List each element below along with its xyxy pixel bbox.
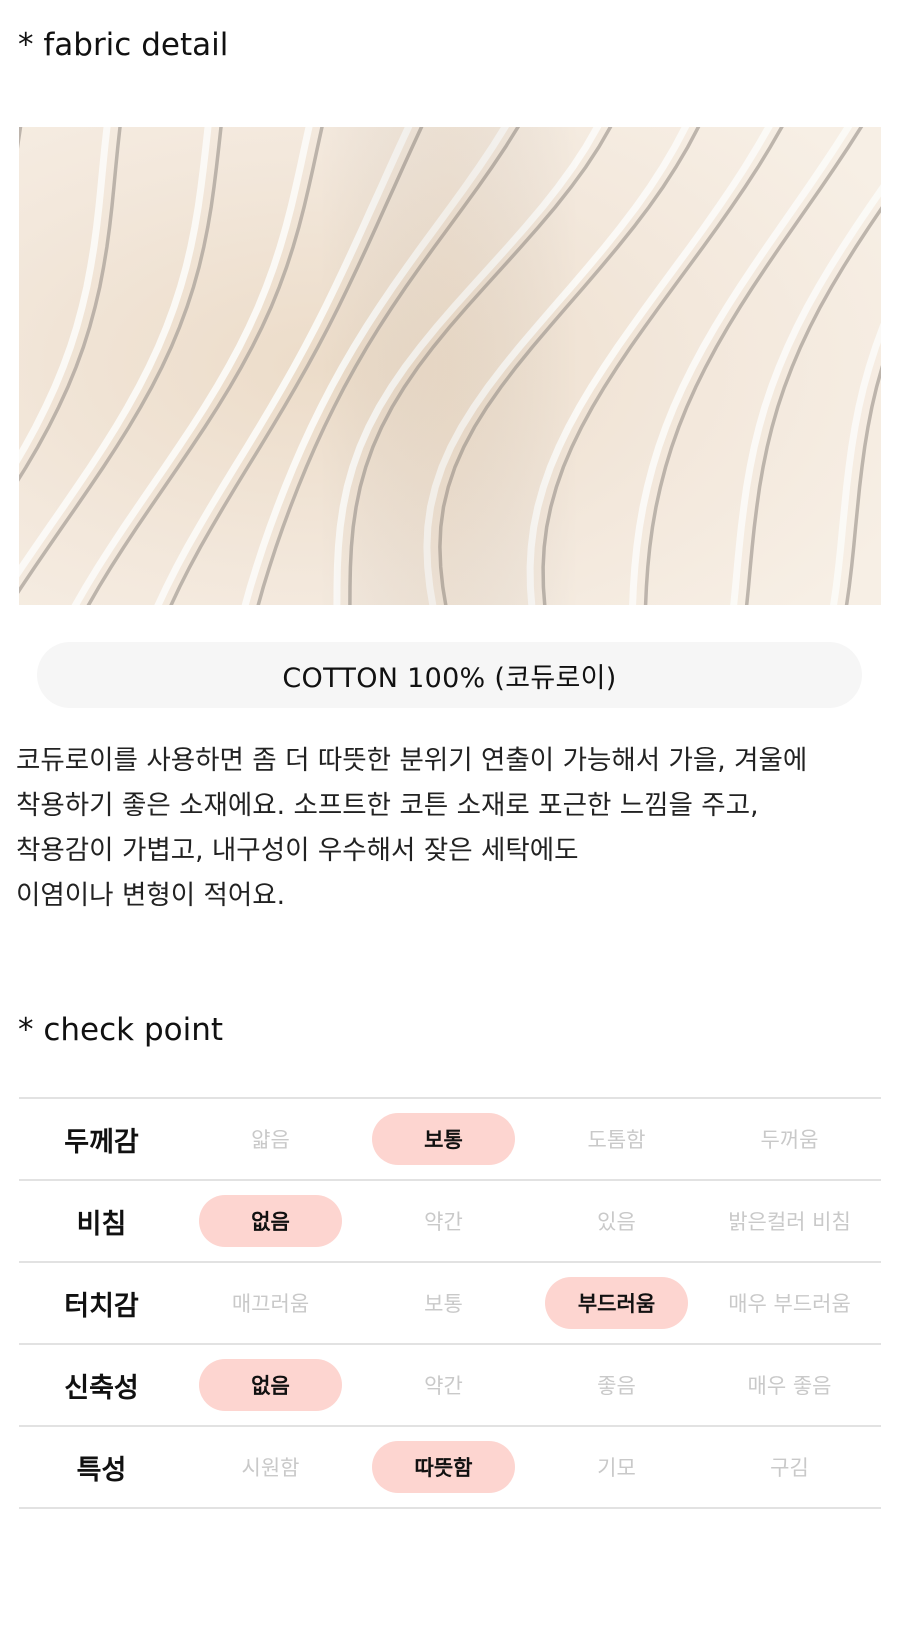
- check-option-selected: 없음: [184, 1195, 357, 1247]
- check-option-label: 얇음: [251, 1128, 290, 1152]
- check-option: 두꺼움: [703, 1113, 876, 1165]
- check-option: 매끄러움: [184, 1277, 357, 1329]
- check-option-label: 시원함: [241, 1456, 300, 1480]
- check-row-touch: 터치감 매끄러움 보통 부드러움 매우 부드러움: [19, 1263, 881, 1345]
- check-option: 약간: [357, 1195, 530, 1247]
- check-options: 얇음 보통 도톰함 두꺼움: [184, 1113, 881, 1165]
- check-row-label: 특성: [76, 1454, 127, 1486]
- check-option: 밝은컬러 비침: [703, 1195, 876, 1247]
- check-option-label: 보통: [372, 1113, 515, 1165]
- check-option-label: 없음: [199, 1195, 342, 1247]
- check-options: 매끄러움 보통 부드러움 매우 부드러움: [184, 1277, 881, 1329]
- check-option-selected: 보통: [357, 1113, 530, 1165]
- check-option-label: 약간: [424, 1374, 463, 1398]
- check-option-label: 없음: [199, 1359, 342, 1411]
- fabric-detail-title: * fabric detail: [18, 27, 229, 63]
- check-option: 좋음: [530, 1359, 703, 1411]
- check-row-label: 두께감: [64, 1126, 139, 1158]
- check-option-selected: 따뜻함: [357, 1441, 530, 1493]
- check-row-label: 터치감: [64, 1290, 139, 1322]
- check-options: 없음 약간 좋음 매우 좋음: [184, 1359, 881, 1411]
- check-point-title: * check point: [18, 1012, 224, 1048]
- check-row-label: 신축성: [64, 1372, 139, 1404]
- check-option: 약간: [357, 1359, 530, 1411]
- check-options: 없음 약간 있음 밝은컬러 비침: [184, 1195, 881, 1247]
- check-option-label: 두꺼움: [760, 1128, 819, 1152]
- check-option: 도톰함: [530, 1113, 703, 1165]
- fabric-description-line: 코듀로이를 사용하면 좀 더 따뜻한 분위기 연출이 가능해서 가을, 겨울에: [16, 745, 808, 776]
- check-row-thickness: 두께감 얇음 보통 도톰함 두꺼움: [19, 1099, 881, 1181]
- check-option: 있음: [530, 1195, 703, 1247]
- check-option: 매우 좋음: [703, 1359, 876, 1411]
- check-option: 보통: [357, 1277, 530, 1329]
- material-composition-pill: COTTON 100% (코듀로이): [37, 642, 862, 708]
- check-row-feature: 특성 시원함 따뜻함 기모 구김: [19, 1427, 881, 1509]
- check-row-sheerness: 비침 없음 약간 있음 밝은컬러 비침: [19, 1181, 881, 1263]
- check-option: 시원함: [184, 1441, 357, 1493]
- check-point-table: 두께감 얇음 보통 도톰함 두꺼움 비침 없음 약간 있음 밝은컬러 비침 터치…: [19, 1097, 881, 1509]
- check-option: 구김: [703, 1441, 876, 1493]
- check-option-label: 부드러움: [545, 1277, 688, 1329]
- fabric-description-line: 착용감이 가볍고, 내구성이 우수해서 잦은 세탁에도: [16, 835, 579, 866]
- check-option: 얇음: [184, 1113, 357, 1165]
- check-option-label: 매우 좋음: [747, 1374, 832, 1398]
- fabric-description-line: 착용하기 좋은 소재에요. 소프트한 코튼 소재로 포근한 느낌을 주고,: [16, 790, 759, 821]
- check-option-label: 도톰함: [587, 1128, 646, 1152]
- check-option: 매우 부드러움: [703, 1277, 876, 1329]
- check-option-label: 밝은컬러 비침: [728, 1210, 851, 1234]
- check-option-label: 약간: [424, 1210, 463, 1234]
- check-option-label: 보통: [424, 1292, 463, 1316]
- fabric-detail-image: [19, 127, 881, 605]
- fabric-description-line: 이염이나 변형이 적어요.: [16, 880, 286, 911]
- check-option-label: 따뜻함: [372, 1441, 515, 1493]
- check-option: 기모: [530, 1441, 703, 1493]
- check-option-selected: 부드러움: [530, 1277, 703, 1329]
- check-option-label: 기모: [597, 1456, 636, 1480]
- fabric-description: 코듀로이를 사용하면 좀 더 따뜻한 분위기 연출이 가능해서 가을, 겨울에 …: [16, 738, 900, 918]
- check-option-label: 매우 부드러움: [728, 1292, 851, 1316]
- check-option-label: 있음: [597, 1210, 636, 1234]
- check-row-stretch: 신축성 없음 약간 좋음 매우 좋음: [19, 1345, 881, 1427]
- check-row-label: 비침: [76, 1208, 127, 1240]
- check-option-label: 매끄러움: [231, 1292, 310, 1316]
- check-option-selected: 없음: [184, 1359, 357, 1411]
- check-options: 시원함 따뜻함 기모 구김: [184, 1441, 881, 1493]
- check-option-label: 구김: [770, 1456, 809, 1480]
- check-option-label: 좋음: [597, 1374, 636, 1398]
